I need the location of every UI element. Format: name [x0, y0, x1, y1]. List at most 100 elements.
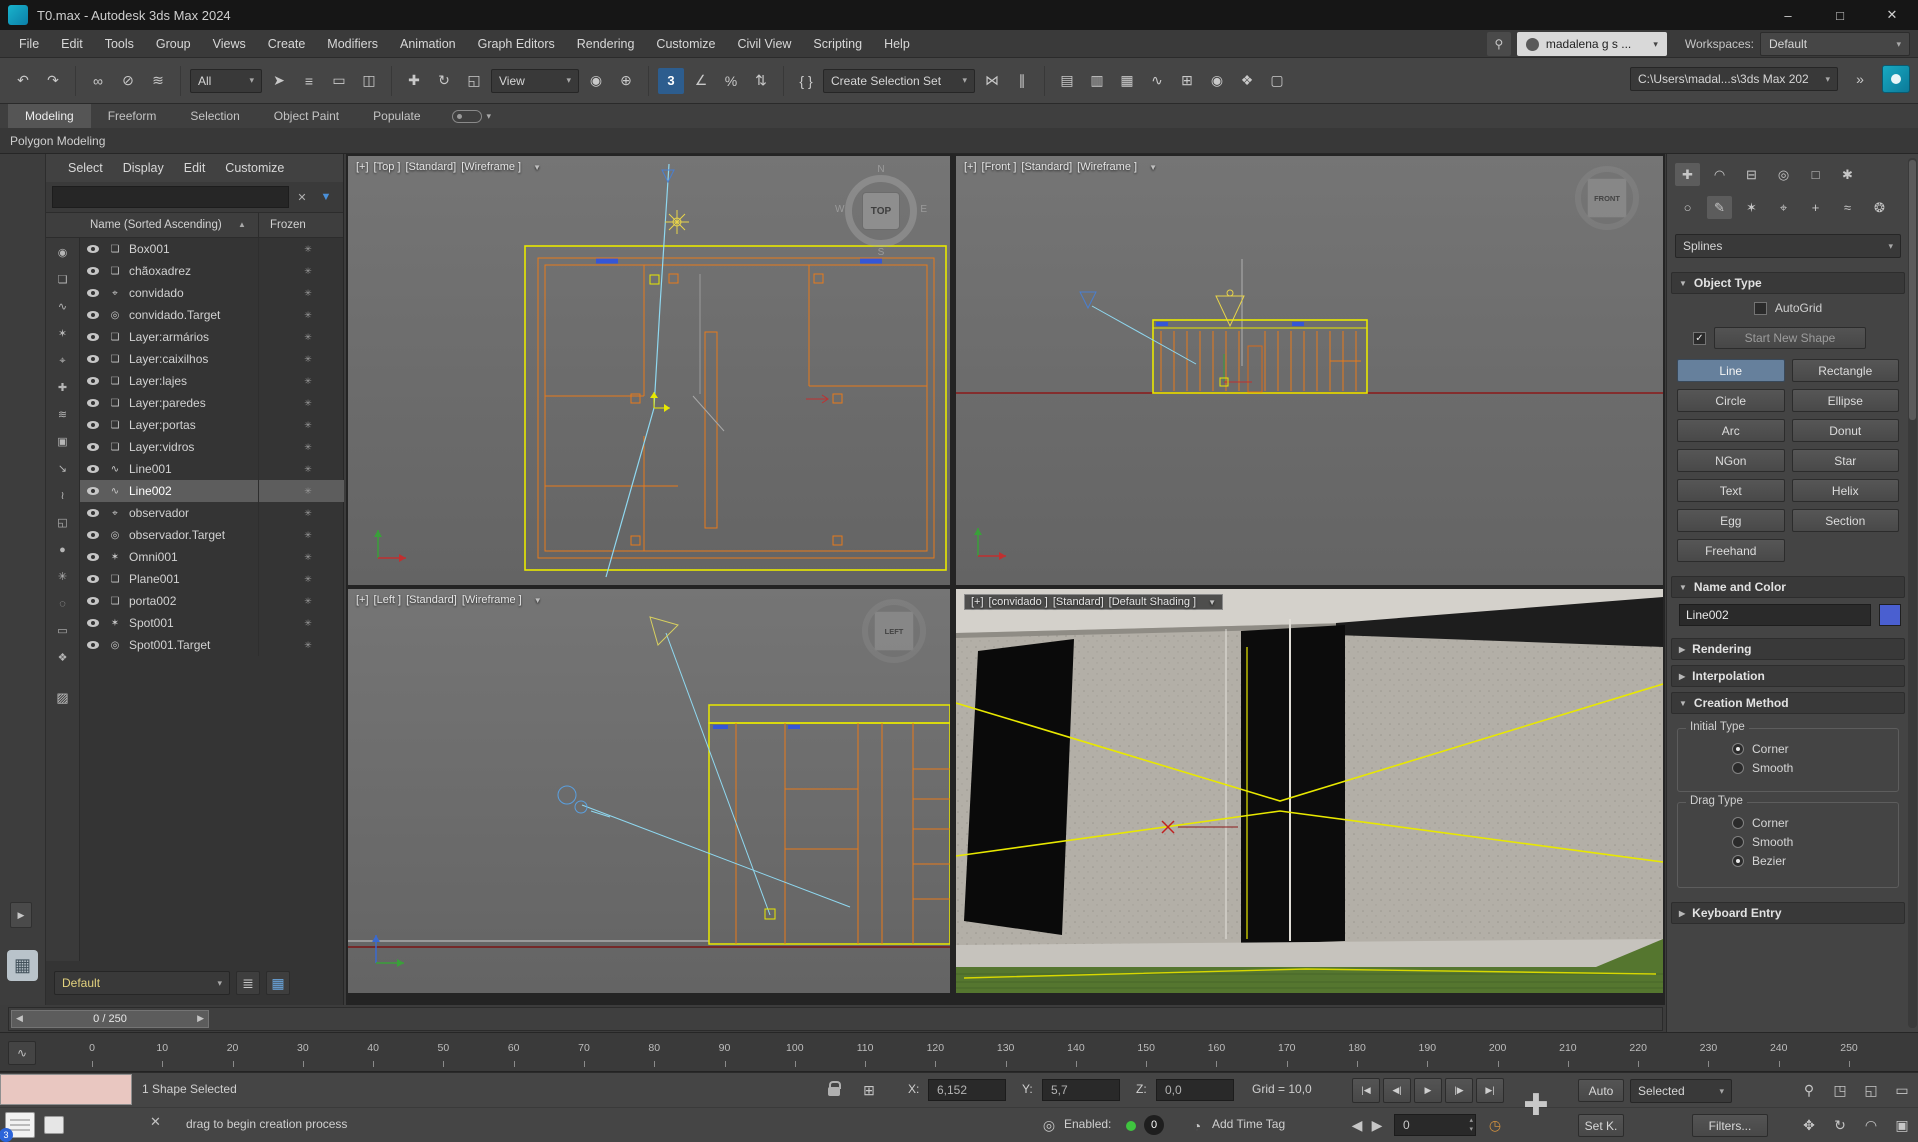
button-line[interactable]: Line	[1677, 359, 1785, 382]
maxscript-icon[interactable]: { }	[793, 68, 819, 94]
helpers-category-icon[interactable]: +	[1803, 196, 1828, 219]
zoom-region-icon[interactable]: ▭	[1889, 1078, 1915, 1103]
selection-sets-filter-icon[interactable]: ▭	[52, 622, 74, 640]
compass-east[interactable]: E	[920, 204, 927, 215]
display-tab-icon[interactable]: □	[1803, 163, 1828, 186]
hierarchy-tab-icon[interactable]: ⊟	[1739, 163, 1764, 186]
viewport-filter-icon[interactable]: ▼	[534, 596, 542, 605]
viewcube-face[interactable]: TOP	[862, 192, 900, 230]
select-object-icon[interactable]: ➤	[266, 68, 292, 94]
active-layer-dropdown[interactable]: Default ▾	[54, 971, 230, 995]
visibility-eye-icon[interactable]	[87, 333, 99, 341]
viewport-left[interactable]: [+] [Left ] [Standard] [Wireframe ] ▼ LEFT	[348, 589, 950, 993]
rollout-creation-method[interactable]: ▼ Creation Method	[1671, 692, 1905, 714]
select-and-move-icon[interactable]: ✚	[401, 68, 427, 94]
minimize-button[interactable]: –	[1762, 0, 1814, 30]
viewport-top[interactable]: [+] [Top ] [Standard] [Wireframe ] ▼ TOP N S…	[348, 156, 950, 585]
menu-graph-editors[interactable]: Graph Editors	[467, 30, 566, 58]
object-name[interactable]: Omni001	[129, 550, 272, 564]
lights-filter-icon[interactable]: ✶	[52, 325, 74, 343]
menu-scripting[interactable]: Scripting	[802, 30, 873, 58]
cameras-category-icon[interactable]: ⌖	[1771, 196, 1796, 219]
ribbon-minimize-icon[interactable]	[451, 109, 482, 123]
track-bar[interactable]: ∿ 0 10 20 30 40 50 60 70 80 90 100 110 120 130 140 150 1…	[0, 1032, 1918, 1072]
object-name[interactable]: porta002	[129, 594, 272, 608]
button-donut[interactable]: Donut	[1791, 419, 1899, 442]
visibility-eye-icon[interactable]	[87, 443, 99, 451]
viewcube-mini[interactable]: FRONT	[1575, 166, 1639, 230]
viewport-label-segment[interactable]: [+]	[971, 596, 984, 608]
hidden-filter-icon[interactable]: ◌	[52, 595, 74, 613]
object-name-field[interactable]	[1679, 604, 1871, 626]
start-new-shape-button[interactable]: Start New Shape	[1714, 327, 1866, 349]
frame-back-icon[interactable]: ◀	[1348, 1113, 1366, 1138]
previous-frame-button[interactable]: ◀|	[1383, 1078, 1411, 1103]
visibility-eye-icon[interactable]	[87, 377, 99, 385]
name-column-header[interactable]: Name (Sorted Ascending)	[90, 219, 222, 231]
orbit-icon[interactable]: ↻	[1827, 1113, 1853, 1138]
menu-animation[interactable]: Animation	[389, 30, 467, 58]
frozen-toggle-icon[interactable]: ✳	[272, 574, 344, 585]
explorer-row[interactable]: ◎ Spot001.Target ✳	[80, 634, 344, 656]
rollout-name-and-color[interactable]: ▼ Name and Color	[1671, 576, 1905, 598]
visibility-eye-icon[interactable]	[87, 597, 99, 605]
rendered-frame-window-icon[interactable]: ▢	[1264, 68, 1290, 94]
object-name[interactable]: Line001	[129, 462, 272, 476]
search-icon[interactable]: ⚲	[1486, 32, 1511, 56]
visibility-eye-icon[interactable]	[87, 399, 99, 407]
frozen-toggle-icon[interactable]: ✳	[272, 618, 344, 629]
y-coordinate-field[interactable]: 5,7	[1042, 1079, 1120, 1101]
close-notification-icon[interactable]: ✕	[150, 1114, 161, 1130]
menu-modifiers[interactable]: Modifiers	[316, 30, 389, 58]
menu-group[interactable]: Group	[145, 30, 202, 58]
time-slider-thumb[interactable]: ◀ 0 / 250 ▶	[11, 1010, 209, 1028]
explorer-row[interactable]: ◎ observador.Target ✳	[80, 524, 344, 546]
visibility-eye-icon[interactable]	[87, 531, 99, 539]
spinner-up-icon[interactable]: ▴	[1469, 1116, 1473, 1125]
frozen-toggle-icon[interactable]: ✳	[272, 464, 344, 475]
render-setup-icon[interactable]: ❖	[1234, 68, 1260, 94]
snaps-toggle-button[interactable]: 3	[658, 67, 684, 94]
go-to-start-button[interactable]: |◀	[1352, 1078, 1380, 1103]
utilities-tab-icon[interactable]: ✱	[1835, 163, 1860, 186]
object-name[interactable]: Layer:armários	[129, 330, 272, 344]
close-button[interactable]: ✕	[1866, 0, 1918, 30]
explorer-row[interactable]: ❏ Layer:vidros ✳	[80, 436, 344, 458]
frozen-toggle-icon[interactable]: ✳	[272, 640, 344, 651]
menu-rendering[interactable]: Rendering	[566, 30, 646, 58]
geometry-filter-icon[interactable]: ❏	[52, 271, 74, 289]
viewport-camera[interactable]: [+] [convidado ] [Standard] [Default Shadin…	[956, 589, 1663, 993]
object-name[interactable]: convidado	[129, 286, 272, 300]
folder-icon[interactable]: ▨	[56, 690, 68, 706]
time-configuration-icon[interactable]: ◷	[1482, 1113, 1508, 1138]
spinner-snap-icon[interactable]: ⇅	[748, 68, 774, 94]
visibility-eye-icon[interactable]	[87, 267, 99, 275]
explorer-row[interactable]: ❏ Plane001 ✳	[80, 568, 344, 590]
viewport-label-segment[interactable]: [Wireframe ]	[1077, 161, 1137, 173]
button-egg[interactable]: Egg	[1677, 509, 1785, 532]
button-text[interactable]: Text	[1677, 479, 1785, 502]
explorer-row[interactable]: ◎ convidado.Target ✳	[80, 304, 344, 326]
object-name[interactable]: Plane001	[129, 572, 272, 586]
curve-editor-icon[interactable]: ∿	[1144, 68, 1170, 94]
selection-filter-dropdown[interactable]: All ▾	[190, 68, 262, 93]
reference-coordinate-system-dropdown[interactable]: View ▾	[491, 68, 579, 93]
explorer-row[interactable]: ❏ Box001 ✳	[80, 238, 344, 260]
window-thumbnail-small[interactable]	[44, 1116, 64, 1134]
button-arc[interactable]: Arc	[1677, 419, 1785, 442]
align-icon[interactable]: ∥	[1009, 68, 1035, 94]
containers-filter-icon[interactable]: ◱	[52, 514, 74, 532]
absolute-offset-mode-icon[interactable]: ⊞	[856, 1078, 882, 1103]
explorer-row[interactable]: ❏ Layer:paredes ✳	[80, 392, 344, 414]
key-selection-dropdown[interactable]: Selected ▾	[1630, 1079, 1732, 1103]
zoom-all-icon[interactable]: ◳	[1827, 1078, 1853, 1103]
object-name[interactable]: Layer:caixilhos	[129, 352, 272, 366]
frozen-toggle-icon[interactable]: ✳	[272, 508, 344, 519]
explorer-row[interactable]: ∿ Line001 ✳	[80, 458, 344, 480]
scrollbar-thumb[interactable]	[1909, 160, 1916, 420]
frozen-toggle-icon[interactable]: ✳	[272, 398, 344, 409]
next-frame-icon[interactable]: ▶	[197, 1013, 204, 1024]
auto-key-button[interactable]: Auto	[1578, 1079, 1624, 1102]
menu-customize[interactable]: Customize	[645, 30, 726, 58]
menu-civil-view[interactable]: Civil View	[726, 30, 802, 58]
